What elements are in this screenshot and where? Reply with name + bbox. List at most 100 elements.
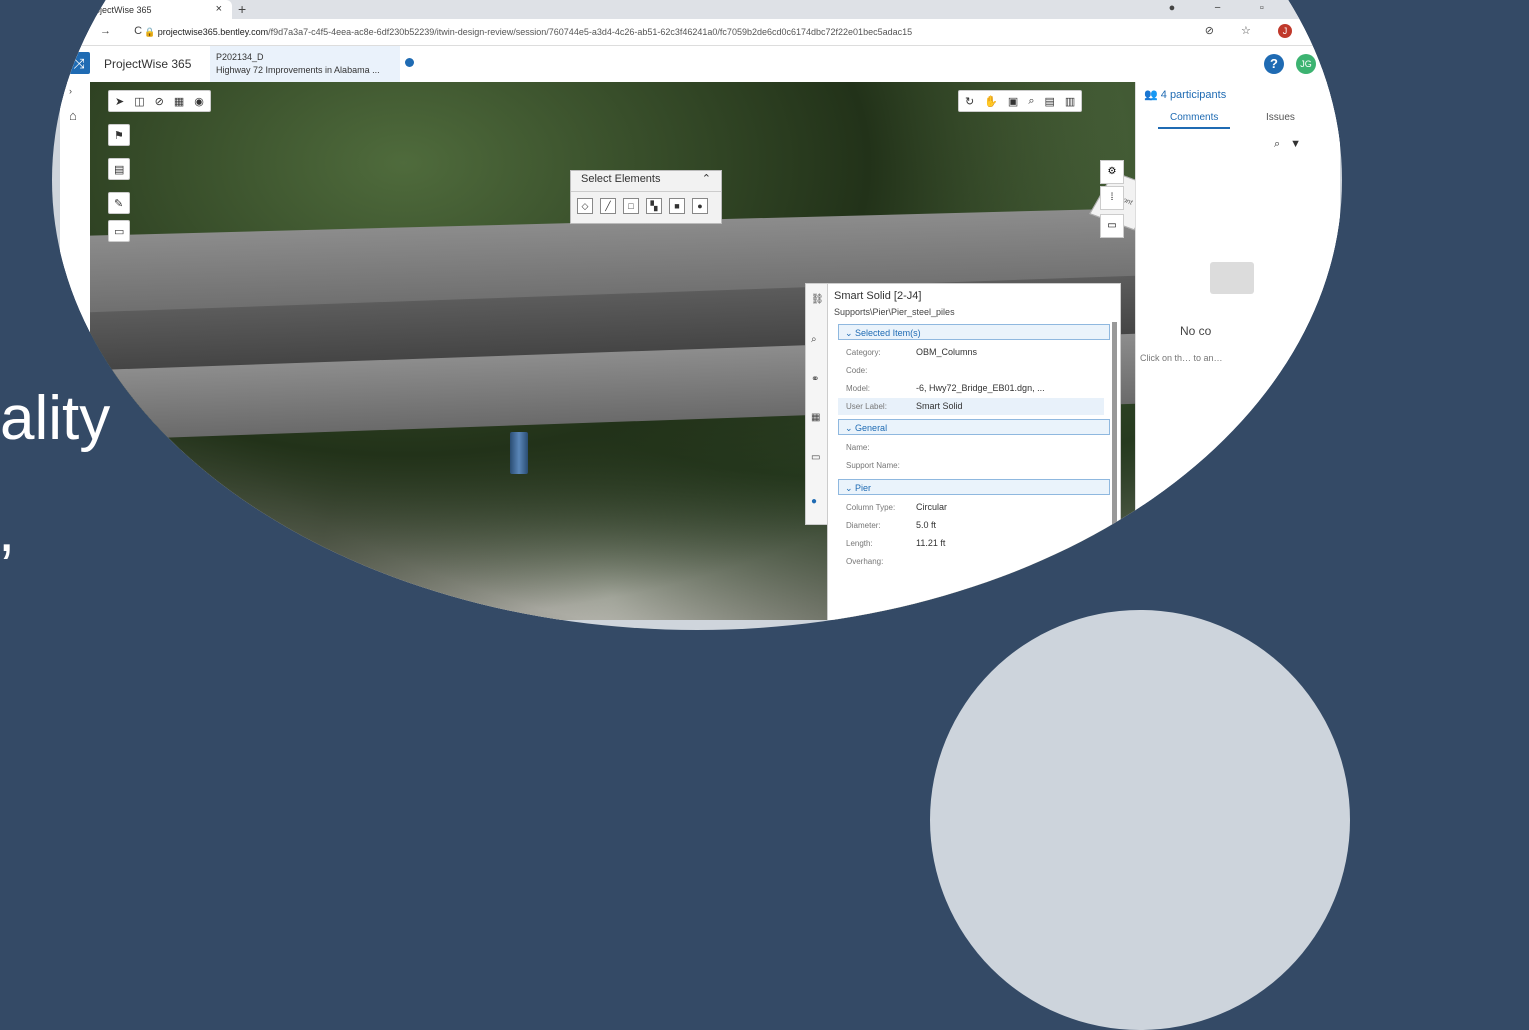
rotate-icon[interactable]: ↻ bbox=[965, 95, 974, 108]
url-host: projectwise365.bentley.com bbox=[157, 27, 269, 37]
prop-row: Overhang: bbox=[846, 557, 884, 566]
profile-avatar[interactable]: J bbox=[1277, 24, 1292, 38]
element-icon[interactable]: ▦ bbox=[811, 412, 820, 423]
element-title: Smart Solid [2-J4] bbox=[834, 290, 922, 302]
section-icon[interactable]: ▥ bbox=[1065, 95, 1075, 108]
empty-state-hint: Click on th… to an… bbox=[1140, 353, 1223, 363]
section-selected-items[interactable]: ⌄ Selected Item(s) bbox=[838, 324, 1110, 340]
view-tool[interactable]: ▭ bbox=[108, 220, 130, 242]
window-controls[interactable]: ● − ▫ ✕ bbox=[1169, 1, 1330, 14]
isolate-icon[interactable]: ▦ bbox=[174, 95, 184, 108]
window-area-icon[interactable]: ▤ bbox=[1045, 95, 1055, 108]
prop-row: Category: OBM_Columns bbox=[846, 347, 978, 357]
prop-row: Support Name: bbox=[846, 461, 900, 470]
prop-row: Name: bbox=[846, 443, 870, 452]
selected-pier-element[interactable] bbox=[510, 432, 528, 474]
prop-row-user-label[interactable]: User Label: Smart Solid bbox=[838, 398, 1104, 415]
hierarchy-icon[interactable]: ⛓ bbox=[811, 294, 824, 305]
tab-issues[interactable]: Issues bbox=[1266, 112, 1295, 123]
markup-tool[interactable]: ✎ bbox=[108, 192, 130, 214]
select-cursor-icon[interactable]: ➤ bbox=[115, 95, 124, 108]
user-menu-caret-icon[interactable]: ▾ bbox=[1327, 58, 1332, 69]
flag-icon: ⚑ bbox=[114, 129, 124, 142]
remove-select-icon[interactable]: ● bbox=[692, 198, 708, 214]
project-selector[interactable]: P202134_D Highway 72 Improvements in Ala… bbox=[210, 46, 414, 82]
element-path: Supports\Pier\Pier_steel_piles bbox=[834, 307, 955, 317]
app-screenshot: ProjectWise 365 × + ● − ▫ ✕ ← → C 🔒 proj… bbox=[60, 0, 1340, 620]
tab-comments[interactable]: Comments bbox=[1158, 112, 1231, 129]
prop-row: Model: -6, Hwy72_Bridge_EB01.dgn, ... bbox=[846, 383, 1045, 393]
select-element-mode-icon[interactable]: ◇ bbox=[577, 198, 593, 214]
project-name: Highway 72 Improvements in Alabama ... bbox=[216, 65, 380, 75]
tab-close-icon[interactable]: × bbox=[216, 3, 222, 15]
visibility-eye-icon[interactable]: ◉ bbox=[194, 95, 204, 108]
help-button[interactable]: ? bbox=[1264, 54, 1284, 74]
browser-tab-bar: ProjectWise 365 × + ● − ▫ ✕ bbox=[60, 0, 1340, 19]
prop-row: Column Type: Circular bbox=[846, 502, 948, 512]
pan-hand-icon[interactable]: ✋ bbox=[984, 95, 998, 108]
projectwise-logo-icon[interactable]: ⤨ bbox=[68, 52, 90, 74]
user-avatar[interactable]: JG bbox=[1296, 54, 1316, 74]
prop-row: Code: bbox=[846, 366, 868, 375]
project-status-icon bbox=[405, 58, 414, 67]
pencil-icon: ✎ bbox=[114, 197, 124, 210]
frame-icon[interactable]: ▭ bbox=[811, 452, 820, 463]
prop-row: Length: 11.21 ft bbox=[846, 538, 946, 548]
expand-icon[interactable]: › bbox=[69, 86, 72, 96]
app-header: ⤨ ProjectWise 365 P202134_D Highway 72 I… bbox=[60, 46, 1340, 83]
select-elements-panel: Select Elements ⌃ ◇ ╱ □ ▚ ■ ● bbox=[570, 170, 722, 224]
participants-panel: 👥 4 participants Comments Issues ⌕▼ No c… bbox=[1135, 82, 1340, 620]
home-icon[interactable]: ⌂ bbox=[69, 108, 77, 123]
view-toolbar: ↻ ✋ ▣ ⌕ ▤ ▥ bbox=[958, 90, 1083, 112]
screenshot-circle-frame: ProjectWise 365 × + ● − ▫ ✕ ← → C 🔒 proj… bbox=[52, 0, 1342, 630]
selection-toolbar: ➤ ◫ ⊘ ▦ ◉ bbox=[108, 90, 211, 112]
properties-panel: Smart Solid [2-J4] Supports\Pier\Pier_st… bbox=[827, 283, 1121, 620]
search-icon[interactable]: ⌕ bbox=[1274, 138, 1290, 150]
participants-title[interactable]: 👥 4 participants bbox=[1144, 88, 1226, 101]
decorative-circle bbox=[930, 610, 1350, 1030]
filter-icon[interactable]: ▼ bbox=[1290, 138, 1311, 150]
info-icon[interactable]: ● bbox=[811, 496, 817, 507]
add-select-icon[interactable]: ■ bbox=[669, 198, 685, 214]
empty-state-title: No co bbox=[1180, 324, 1212, 338]
zoom-icon[interactable]: ⌕ bbox=[1028, 95, 1034, 108]
browser-menu-icon[interactable]: ⋮ bbox=[1307, 25, 1330, 37]
flag-tool[interactable]: ⚑ bbox=[108, 124, 130, 146]
video-icon[interactable]: ▭ bbox=[1100, 214, 1124, 238]
link-icon[interactable]: ⚭ bbox=[811, 374, 819, 385]
properties-scrollbar[interactable] bbox=[1112, 322, 1117, 620]
section-pier[interactable]: ⌄ Pier bbox=[838, 479, 1110, 495]
comment-icon: ▤ bbox=[114, 163, 125, 176]
hide-icon[interactable]: ⊘ bbox=[155, 95, 164, 108]
browser-extension-icons: ⊘ ☆ J ⋮ bbox=[1205, 24, 1330, 38]
search-props-icon[interactable]: ⌕ bbox=[811, 334, 817, 345]
walk-icon[interactable]: ⁞ bbox=[1100, 186, 1124, 210]
measure-icon[interactable]: ◫ bbox=[134, 95, 144, 108]
browser-tab[interactable]: ProjectWise 365 × bbox=[62, 0, 232, 19]
browser-nav-buttons[interactable]: ← → C bbox=[66, 25, 152, 37]
clear-select-icon[interactable]: ▚ bbox=[646, 198, 662, 214]
properties-rail: ⛓ ⌕ ⚭ ▦ ▭ ● bbox=[805, 283, 829, 525]
new-tab-button[interactable]: + bbox=[238, 1, 246, 17]
url-path: /f9d7a3a7-c4f5-4eea-ac8e-6df230b52239/it… bbox=[268, 27, 913, 37]
screen-icon: ▭ bbox=[114, 225, 125, 238]
camera-icon[interactable]: ⚙ bbox=[1100, 160, 1124, 184]
empty-chat-icon bbox=[1210, 262, 1254, 294]
project-id: P202134_D bbox=[216, 52, 264, 62]
comment-tool[interactable]: ▤ bbox=[108, 158, 130, 180]
collapse-caret-icon[interactable]: ⌃ bbox=[702, 172, 711, 185]
url-field[interactable]: 🔒 projectwise365.bentley.com/f9d7a3a7-c4… bbox=[144, 27, 912, 38]
fit-view-icon[interactable]: ▣ bbox=[1008, 95, 1018, 108]
panel-tools: ⌕▼ bbox=[1274, 138, 1311, 151]
select-elements-title: Select Elements bbox=[581, 173, 661, 185]
app-favicon-icon bbox=[70, 4, 80, 15]
left-nav-rail: › ⌂ bbox=[60, 82, 91, 620]
section-general[interactable]: ⌄ General bbox=[838, 419, 1110, 435]
slide-text-fragment: , bbox=[0, 500, 15, 562]
box-select-icon[interactable]: □ bbox=[623, 198, 639, 214]
line-select-icon[interactable]: ╱ bbox=[600, 198, 616, 214]
bookmark-star-icon[interactable]: ⊘ ☆ bbox=[1205, 25, 1263, 37]
address-bar: ← → C 🔒 projectwise365.bentley.com/f9d7a… bbox=[60, 19, 1340, 46]
tab-title: ProjectWise 365 bbox=[86, 4, 152, 15]
app-name: ProjectWise 365 bbox=[104, 57, 192, 71]
